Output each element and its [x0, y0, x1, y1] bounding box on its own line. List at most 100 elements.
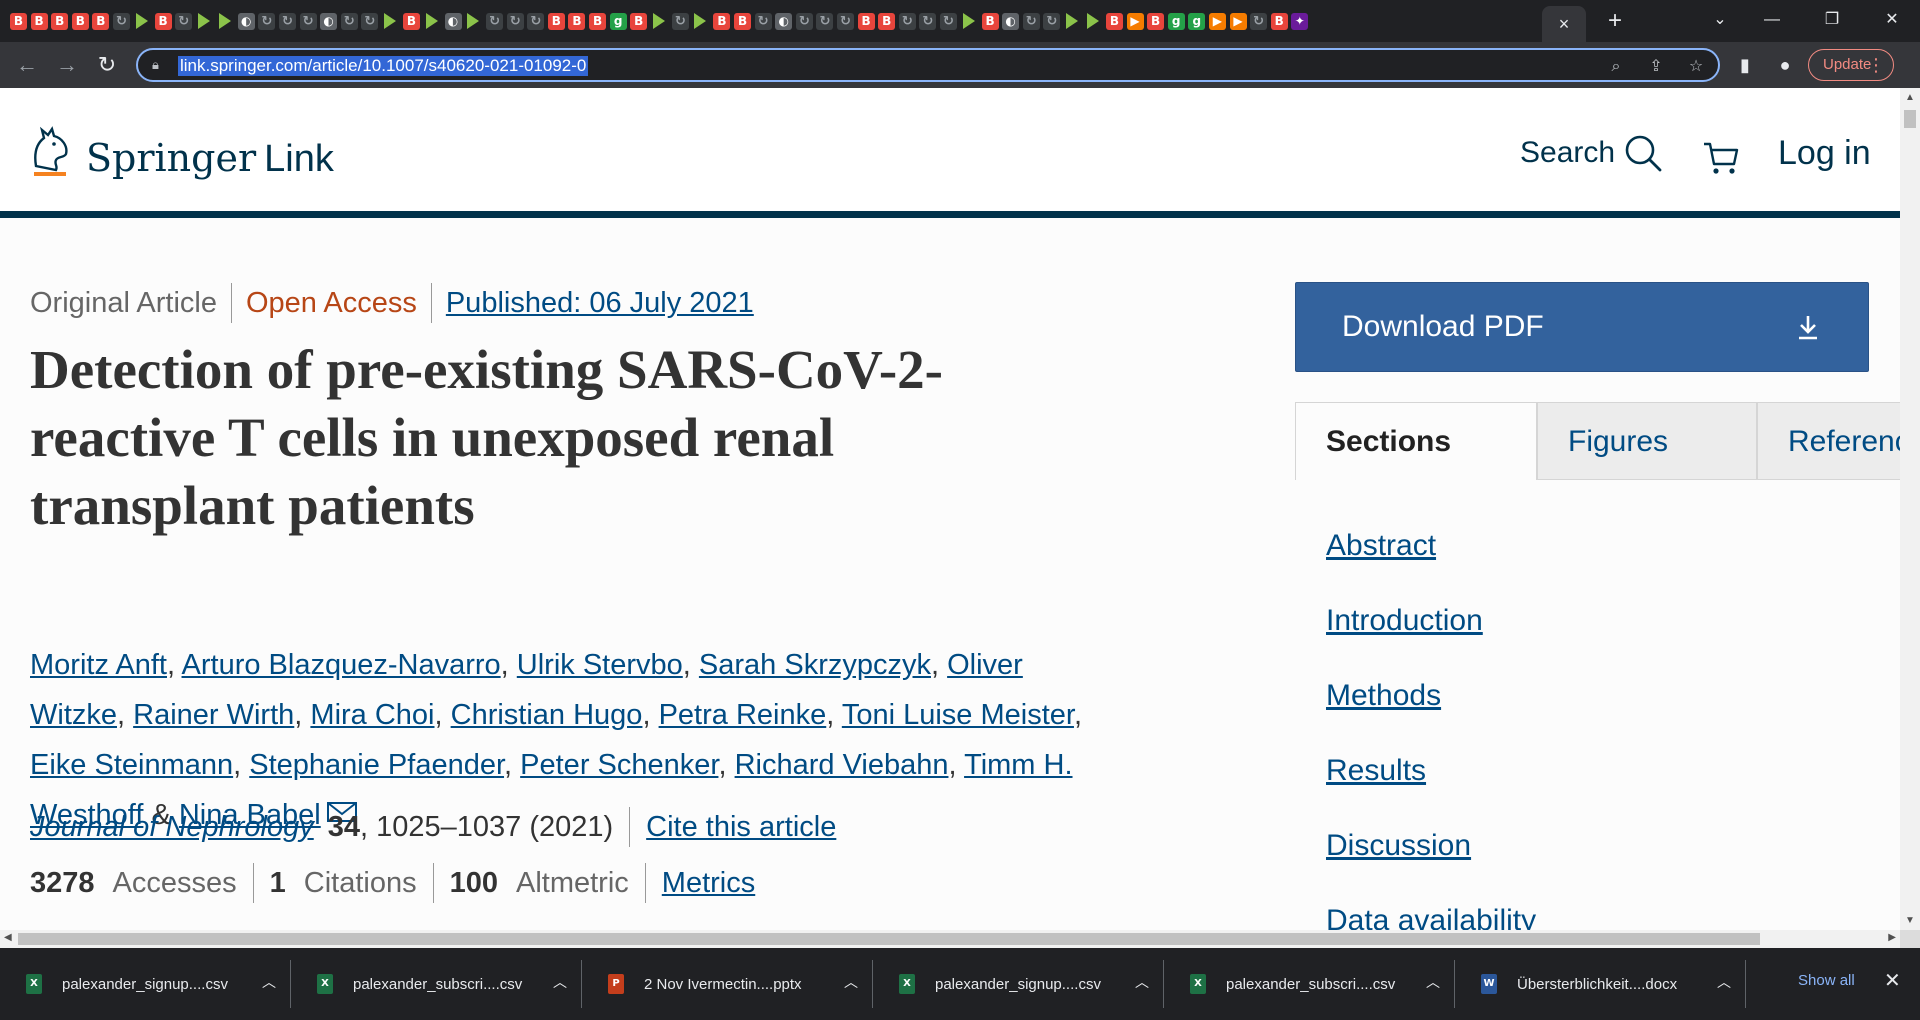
tab-favicon-icon[interactable]: ◐ — [237, 12, 255, 30]
back-icon[interactable]: ← — [12, 50, 42, 80]
tab-favicon-icon[interactable]: g — [1188, 12, 1206, 30]
show-all-downloads-link[interactable]: Show all — [1798, 972, 1855, 989]
tab-favicon-icon[interactable]: B — [981, 12, 999, 30]
tab-favicon-icon[interactable] — [1065, 13, 1078, 29]
tab-favicon-icon[interactable] — [694, 13, 707, 29]
section-link-discussion[interactable]: Discussion — [1326, 808, 1536, 883]
tab-favicon-icon[interactable]: ◐ — [775, 12, 793, 30]
tab-favicon-icon[interactable]: B — [568, 12, 586, 30]
section-link-abstract[interactable]: Abstract — [1326, 508, 1536, 583]
tab-favicon-icon[interactable]: B — [630, 12, 648, 30]
tab-favicon-icon[interactable]: ↻ — [919, 12, 937, 30]
tab-favicon-icon[interactable]: ↻ — [1043, 12, 1061, 30]
login-link[interactable]: Log in — [1778, 134, 1871, 173]
minimize-icon[interactable]: — — [1750, 6, 1794, 34]
tab-favicon-icon[interactable] — [1086, 13, 1099, 29]
forward-icon[interactable]: → — [52, 50, 82, 80]
tab-favicon-icon[interactable]: ↻ — [1250, 12, 1268, 30]
section-link-methods[interactable]: Methods — [1326, 658, 1536, 733]
tab-favicon-icon[interactable] — [197, 13, 210, 29]
tab-search-icon[interactable]: ⌄ — [1698, 6, 1742, 34]
scroll-left-icon[interactable]: ◀ — [4, 932, 12, 943]
author-link[interactable]: Christian Hugo — [451, 699, 643, 731]
tab-favicon-icon[interactable]: B — [547, 12, 565, 30]
tab-sections[interactable]: Sections — [1295, 402, 1537, 480]
chevron-up-icon[interactable]: ︿ — [1717, 972, 1731, 992]
tab-favicon-icon[interactable] — [135, 13, 148, 29]
search-label[interactable]: Search — [1520, 136, 1615, 170]
tab-favicon-icon[interactable]: B — [1270, 12, 1288, 30]
scroll-up-icon[interactable]: ▲ — [1905, 92, 1915, 103]
scroll-down-icon[interactable]: ▼ — [1905, 915, 1915, 926]
tab-favicon-icon[interactable]: ✦ — [1291, 12, 1309, 30]
tab-favicon-icon[interactable]: B — [51, 12, 69, 30]
tab-favicon-icon[interactable]: B — [1105, 12, 1123, 30]
tab-favicon-icon[interactable]: ↻ — [898, 12, 916, 30]
url-text[interactable]: link.springer.com/article/10.1007/s40620… — [178, 56, 589, 76]
tab-favicon-icon[interactable] — [962, 13, 975, 29]
scrollbar-thumb[interactable] — [1904, 110, 1916, 128]
author-link[interactable]: Petra Reinke — [659, 699, 827, 731]
new-tab-button[interactable]: + — [1600, 8, 1630, 34]
close-tab-icon[interactable]: × — [1559, 14, 1570, 35]
tab-favicon-icon[interactable]: ↻ — [506, 12, 524, 30]
tab-favicon-icon[interactable]: g — [609, 12, 627, 30]
tab-favicon-icon[interactable]: B — [30, 12, 48, 30]
side-panel-icon[interactable]: ▮ — [1730, 50, 1760, 80]
tab-favicon-icon[interactable]: ↻ — [340, 12, 358, 30]
tab-favicon-icon[interactable]: ↻ — [361, 12, 379, 30]
tab-favicon-icon[interactable]: ↻ — [258, 12, 276, 30]
author-link[interactable]: Peter Schenker — [520, 749, 718, 781]
tab-favicon-icon[interactable]: ↻ — [527, 12, 545, 30]
journal-link[interactable]: Journal of Nephrology — [30, 806, 314, 848]
chevron-up-icon[interactable]: ︿ — [1135, 972, 1149, 992]
tab-favicon-icon[interactable]: ↻ — [795, 12, 813, 30]
tab-favicon-icon[interactable] — [218, 13, 231, 29]
tab-favicon-icon[interactable]: ◐ — [320, 12, 338, 30]
tab-favicon-icon[interactable]: B — [10, 12, 27, 30]
tab-favicon-icon[interactable]: ▶ — [1229, 12, 1247, 30]
horizontal-scrollbar[interactable]: ◀ ▶ — [0, 930, 1900, 948]
tab-favicon-icon[interactable]: ↻ — [671, 12, 689, 30]
tab-favicon-icon[interactable]: g — [1167, 12, 1185, 30]
section-link-results[interactable]: Results — [1326, 733, 1536, 808]
vertical-scrollbar[interactable]: ▲ ▼ — [1900, 88, 1920, 930]
download-item[interactable]: Xpalexander_subscri....csv ︿ — [291, 948, 582, 1020]
tab-favicon-icon[interactable]: ↻ — [754, 12, 772, 30]
download-pdf-button[interactable]: Download PDF — [1295, 282, 1869, 372]
tab-favicon-icon[interactable] — [425, 13, 438, 29]
published-date-link[interactable]: Published: 06 July 2021 — [446, 283, 754, 323]
download-item[interactable]: Xpalexander_subscri....csv ︿ — [1164, 948, 1455, 1020]
cart-icon[interactable] — [1702, 140, 1740, 176]
author-link[interactable]: Moritz Anft — [30, 649, 167, 681]
scrollbar-thumb[interactable] — [18, 933, 1760, 945]
metrics-link[interactable]: Metrics — [662, 862, 755, 904]
reload-icon[interactable]: ↻ — [92, 50, 122, 80]
tab-favicon-icon[interactable]: ◐ — [1002, 12, 1020, 30]
section-link-data-availability[interactable]: Data availability — [1326, 883, 1536, 930]
download-item[interactable]: W Übersterblichkeit....docx ︿ — [1455, 948, 1746, 1020]
address-bar[interactable]: 🔒︎ link.springer.com/article/10.1007/s40… — [136, 48, 1720, 82]
springer-link-logo[interactable]: Springer Link — [28, 126, 334, 186]
profile-icon[interactable]: ● — [1770, 50, 1800, 80]
tab-figures[interactable]: Figures — [1537, 402, 1757, 480]
download-item[interactable]: Xpalexander_signup....csv ︿ — [0, 948, 291, 1020]
scroll-right-icon[interactable]: ▶ — [1888, 932, 1896, 943]
download-item[interactable]: Xpalexander_signup....csv ︿ — [873, 948, 1164, 1020]
share-icon[interactable]: ⇪ — [1644, 55, 1668, 79]
tab-favicon-icon[interactable]: B — [713, 12, 731, 30]
menu-kebab-icon[interactable]: ⋮ — [1867, 50, 1885, 80]
author-link[interactable]: Sarah Skrzypczyk — [699, 649, 931, 681]
section-link-introduction[interactable]: Introduction — [1326, 583, 1536, 658]
active-tab[interactable]: × — [1542, 6, 1586, 42]
tab-favicon-icon[interactable]: ◐ — [444, 12, 462, 30]
tab-favicon-icon[interactable] — [383, 13, 396, 29]
cite-article-link[interactable]: Cite this article — [646, 806, 836, 848]
tab-favicon-icon[interactable]: B — [92, 12, 110, 30]
author-link[interactable]: Richard Viebahn — [735, 749, 949, 781]
download-item[interactable]: P 2 Nov Ivermectin....pptx ︿ — [582, 948, 873, 1020]
update-button[interactable]: Update ⋮ — [1808, 49, 1894, 81]
tab-favicon-icon[interactable]: B — [734, 12, 752, 30]
tab-favicon-icon[interactable]: ↻ — [278, 12, 296, 30]
tab-favicon-icon[interactable]: ▶ — [1126, 12, 1144, 30]
